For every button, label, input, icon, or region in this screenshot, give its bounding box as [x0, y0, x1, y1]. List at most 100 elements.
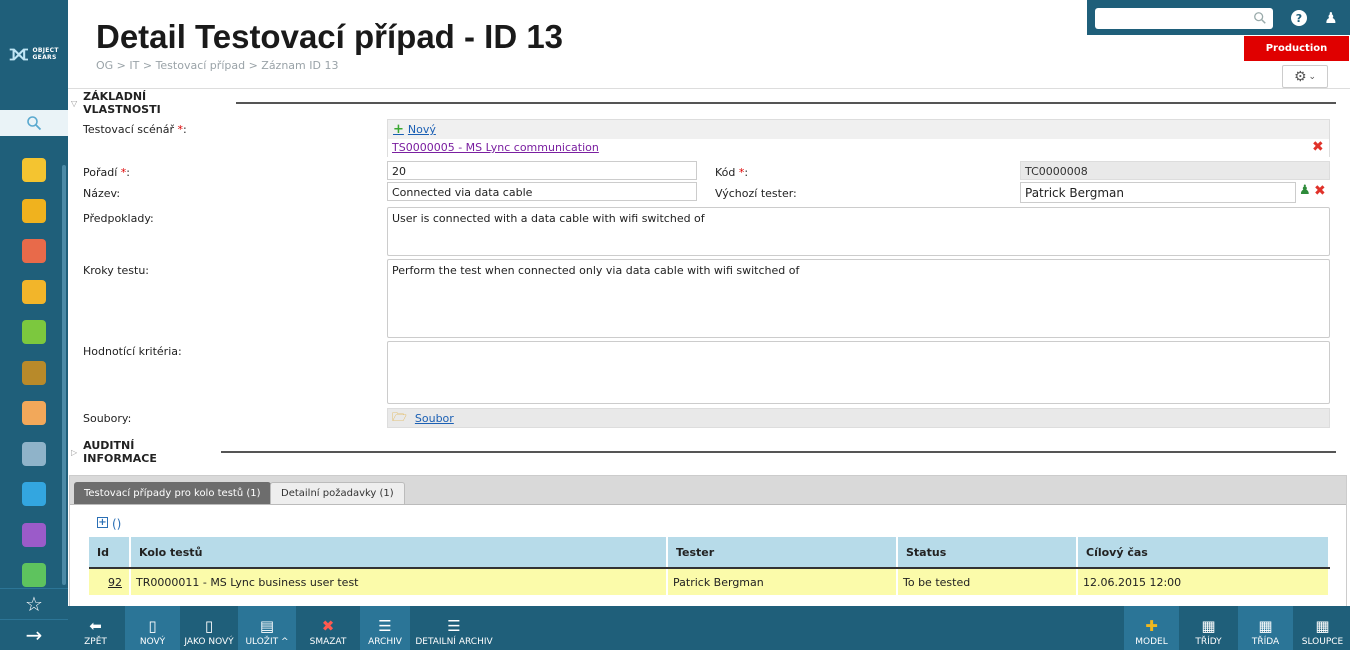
sidebar-module-button[interactable] — [0, 231, 68, 272]
bottom-toolbar: ⬅ ZPĚT ▯ NOVÝ ▯ JAKO NOVÝ ▤ ULOŽIT ^ ✖ SMAZAT… — [68, 606, 1350, 650]
column-header-id[interactable]: Id — [89, 537, 131, 569]
detail-archive-button[interactable]: ☰ DETAILNÍ ARCHIV — [412, 606, 496, 650]
add-row-icon[interactable]: + — [97, 517, 108, 528]
model-button[interactable]: ✚ MODEL — [1124, 606, 1179, 650]
detail-archive-icon: ☰ — [447, 617, 461, 635]
scenario-value-link[interactable]: TS0000005 - MS Lync communication — [388, 139, 1329, 157]
name-label: Název: — [83, 187, 121, 200]
column-header-tester[interactable]: Tester — [667, 537, 898, 569]
network-icon — [22, 563, 46, 588]
badge-icon — [22, 198, 46, 223]
sidebar: ⟗ OBJECT GEARS ☆ → — [0, 0, 68, 650]
environment-badge: Production — [1244, 36, 1349, 61]
logo-mark-icon: ⟗ — [9, 41, 29, 66]
folder-icon — [22, 158, 46, 183]
scenario-label: Testovací scénář *: — [83, 123, 187, 136]
expand-arrow-icon[interactable]: → — [0, 619, 68, 650]
new-button[interactable]: ▯ NOVÝ — [125, 606, 180, 650]
name-input[interactable]: Connected via data cable — [387, 182, 697, 201]
expand-triangle-icon: ▷ — [71, 447, 78, 457]
tester-input[interactable]: Patrick Bergman — [1020, 182, 1296, 203]
user-icon: ♟ — [1324, 9, 1338, 27]
save-button[interactable]: ▤ ULOŽIT ^ — [238, 606, 296, 650]
clear-tester-icon[interactable]: ✖ — [1314, 183, 1326, 199]
new-scenario-link[interactable]: + Nový — [393, 122, 436, 137]
test-steps-label: Kroky testu: — [83, 264, 150, 277]
chevron-up-icon[interactable]: ^ — [281, 637, 289, 647]
boxes-icon — [22, 279, 46, 304]
copy-document-icon: ▯ — [204, 617, 214, 635]
sidebar-scrollbar[interactable] — [62, 165, 66, 585]
favorites-star-icon[interactable]: ☆ — [0, 588, 68, 619]
row-round: TR0000011 - MS Lync business user test — [130, 568, 668, 595]
row-id-link[interactable]: 92 — [94, 576, 122, 589]
breadcrumb[interactable]: OG > IT > Testovací případ > Záznam ID 1… — [96, 59, 338, 72]
sidebar-bottom: ☆ → — [0, 588, 68, 650]
sidebar-module-button[interactable] — [0, 474, 68, 515]
sidebar-module-button[interactable] — [0, 353, 68, 394]
search-icon — [27, 116, 42, 131]
sidebar-module-button[interactable] — [0, 515, 68, 556]
classes-button[interactable]: ▦ TŘÍDY — [1181, 606, 1236, 650]
file-upload-link[interactable]: Soubor — [415, 412, 454, 425]
column-header-status[interactable]: Status — [897, 537, 1078, 569]
tab-detail-requirements[interactable]: Detailní požadavky (1) — [270, 482, 405, 504]
shuttle-icon — [22, 482, 46, 507]
sidebar-search-button[interactable] — [0, 110, 68, 136]
archive-icon: ☰ — [378, 617, 392, 635]
sidebar-module-button[interactable] — [0, 434, 68, 475]
table-row[interactable]: 92 TR0000011 - MS Lync business user tes… — [89, 568, 1330, 595]
sidebar-module-button[interactable] — [0, 312, 68, 353]
remove-scenario-icon[interactable]: ✖ — [1312, 139, 1324, 155]
section-basic-properties[interactable]: ▽ ZÁKLADNÍ VLASTNOSTI — [71, 90, 1336, 116]
class-button[interactable]: ▦ TŘÍDA — [1238, 606, 1293, 650]
sidebar-module-button[interactable] — [0, 191, 68, 232]
column-header-round[interactable]: Kolo testů — [130, 537, 668, 569]
column-header-target-time[interactable]: Cílový čas — [1077, 537, 1330, 569]
gear-icon: ⚙ — [1293, 68, 1307, 85]
scenario-field: + Nový TS0000005 - MS Lync communication — [387, 119, 1330, 157]
sidebar-module-button[interactable] — [0, 393, 68, 434]
criteria-label: Hodnotící kritéria: — [83, 345, 182, 358]
copy-as-new-button[interactable]: ▯ JAKO NOVÝ — [182, 606, 236, 650]
user-icon — [22, 401, 46, 426]
save-icon: ▤ — [259, 617, 275, 635]
grid-tools: + () — [97, 517, 121, 531]
logo[interactable]: ⟗ OBJECT GEARS — [0, 0, 68, 108]
plus-icon: + — [393, 122, 404, 137]
tab-test-cases-for-round[interactable]: Testovací případy pro kolo testů (1) — [74, 482, 271, 504]
delete-button[interactable]: ✖ SMAZAT — [298, 606, 358, 650]
columns-button[interactable]: ▦ SLOUPCE — [1295, 606, 1350, 650]
columns-icon: ▦ — [1315, 617, 1330, 635]
order-input[interactable]: 20 — [387, 161, 697, 180]
files-field: 🗁 Soubor — [387, 408, 1330, 428]
files-label: Soubory: — [83, 412, 132, 425]
section-audit-info[interactable]: ▷ AUDITNÍ INFORMACE — [71, 439, 1336, 465]
global-search-input[interactable] — [1095, 8, 1273, 29]
back-button[interactable]: ⬅ ZPĚT — [68, 606, 123, 650]
table-icon: ▦ — [1258, 617, 1273, 635]
page-title: Detail Testovací případ - ID 13 — [96, 18, 564, 55]
prerequisites-textarea[interactable]: User is connected with a data cable with… — [387, 207, 1330, 256]
section-title: AUDITNÍ INFORMACE — [83, 439, 157, 465]
delete-x-icon: ✖ — [321, 617, 335, 635]
sidebar-module-button[interactable] — [0, 272, 68, 313]
search-icon[interactable] — [1253, 11, 1267, 25]
order-label: Pořadí *: — [83, 166, 130, 179]
user-menu-button[interactable]: ♟ — [1317, 4, 1345, 32]
tag-icon — [22, 239, 46, 264]
help-button[interactable]: ? — [1285, 4, 1313, 32]
archive-button[interactable]: ☰ ARCHIV — [360, 606, 410, 650]
test-steps-textarea[interactable]: Perform the test when connected only via… — [387, 259, 1330, 338]
criteria-textarea[interactable] — [387, 341, 1330, 404]
tester-label: Výchozí tester: — [715, 187, 797, 200]
refresh-icon[interactable]: () — [112, 517, 121, 531]
section-title: ZÁKLADNÍ VLASTNOSTI — [83, 90, 161, 116]
back-arrow-icon: ⬅ — [89, 617, 102, 635]
select-user-icon[interactable]: ♟ — [1299, 183, 1311, 198]
prerequisites-label: Předpoklady: — [83, 212, 154, 225]
tools-icon — [22, 441, 46, 466]
code-value: TC0000008 — [1020, 161, 1330, 180]
sidebar-module-button[interactable] — [0, 150, 68, 191]
settings-dropdown[interactable]: ⚙ ⌄ — [1282, 65, 1328, 88]
